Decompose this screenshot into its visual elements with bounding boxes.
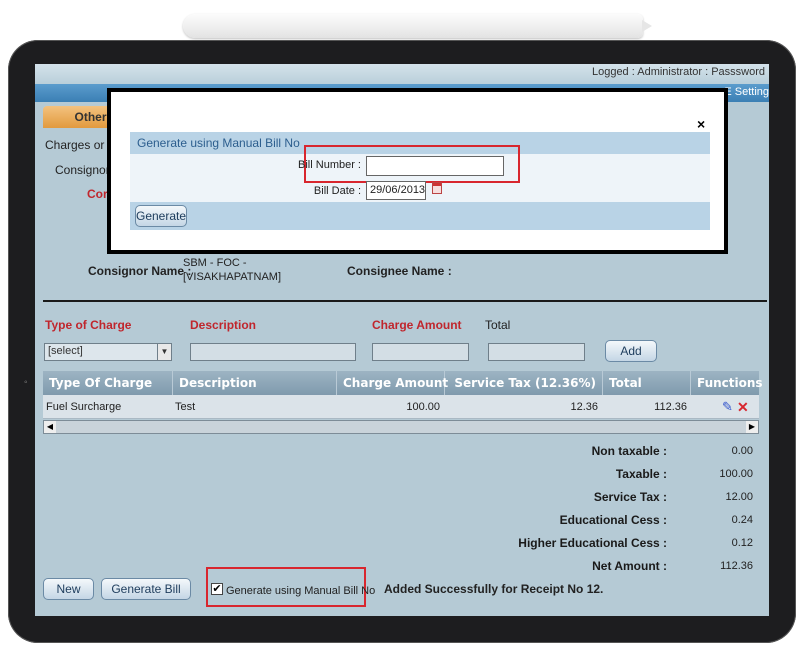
row-total: 112.36 — [654, 401, 687, 413]
row-description: Test — [175, 401, 196, 413]
description-label: Description — [190, 318, 257, 332]
settings-tab[interactable]: E Setting — [724, 86, 769, 98]
select-value: [select] — [48, 345, 83, 357]
red-section-label: Cor — [87, 187, 108, 201]
bill-date-label: Bill Date : — [313, 185, 361, 197]
consignor-name-label: Consignor Name : — [88, 264, 192, 278]
column-service-tax[interactable]: Service Tax (12.36%) — [445, 371, 603, 395]
manual-bill-checkbox[interactable]: ✔ — [211, 583, 223, 595]
total-input[interactable] — [488, 343, 585, 361]
educational-cess-value: 0.24 — [731, 514, 753, 526]
column-functions: Functions — [697, 376, 763, 390]
charge-amount-input[interactable] — [372, 343, 469, 361]
top-bar: Logged : Administrator : Passsword — [35, 64, 769, 84]
consignee-name-label: Consignee Name : — [347, 264, 452, 278]
column-charge-amount[interactable]: Charge Amount — [337, 371, 448, 395]
type-of-charge-label: Type of Charge — [45, 318, 132, 332]
service-tax-value: 12.00 — [725, 491, 753, 503]
service-tax-label: Service Tax : — [593, 490, 667, 504]
row-amount: 100.00 — [406, 401, 440, 413]
tablet-sensor: ◦ — [24, 377, 28, 388]
consignor-name-value-2: [VISAKHAPATNAM] — [183, 271, 282, 283]
non-taxable-label: Non taxable : — [591, 444, 667, 458]
generate-bill-button[interactable]: Generate Bill — [101, 578, 191, 600]
scroll-left-icon[interactable]: ◀ — [44, 421, 56, 433]
charge-amount-label: Charge Amount — [372, 318, 462, 332]
manual-bill-checkbox-label[interactable]: Generate using Manual Bill No — [226, 585, 375, 597]
chevron-down-icon[interactable]: ▼ — [157, 344, 171, 360]
column-total[interactable]: Total — [603, 371, 691, 395]
type-of-charge-select[interactable]: [select] ▼ — [44, 343, 172, 361]
taxable-label: Taxable : — [615, 467, 667, 481]
horizontal-scrollbar[interactable]: ◀ ▶ — [43, 420, 759, 434]
taxable-value: 100.00 — [719, 468, 753, 480]
status-message: Added Successfully for Receipt No 12. — [384, 582, 604, 596]
bill-date-input[interactable]: 29/06/2013 — [366, 181, 426, 200]
stylus-pencil — [183, 14, 652, 38]
non-taxable-value: 0.00 — [731, 445, 753, 457]
net-amount-value: 112.36 — [720, 560, 753, 572]
modal-footer — [130, 202, 710, 230]
bill-number-label: Bill Number : — [298, 159, 361, 171]
net-amount-label: Net Amount : — [592, 559, 667, 573]
new-button[interactable]: New — [43, 578, 94, 600]
educational-cess-label: Educational Cess : — [559, 513, 667, 527]
higher-educational-cess-label: Higher Educational Cess : — [518, 536, 667, 550]
logged-user-text: Logged : Administrator : Passsword — [591, 66, 765, 78]
manual-bill-modal: × Generate using Manual Bill No Bill Num… — [107, 88, 728, 254]
row-tax: 12.36 — [570, 401, 598, 413]
charges-label: Charges or — [45, 138, 105, 152]
consignor-name-value-1: SBM - FOC - — [183, 257, 247, 269]
close-icon[interactable]: × — [697, 116, 705, 132]
section-divider — [43, 300, 767, 302]
description-input[interactable] — [190, 343, 356, 361]
edit-icon[interactable]: ✎ — [722, 395, 733, 419]
add-button[interactable]: Add — [605, 340, 657, 362]
consignor-label: Consignor — [55, 163, 110, 177]
stylus-tip — [642, 20, 652, 32]
calendar-icon[interactable] — [432, 182, 442, 194]
generate-button[interactable]: Generate — [135, 205, 187, 227]
scroll-right-icon[interactable]: ▶ — [746, 421, 758, 433]
row-type: Fuel Surcharge — [46, 401, 122, 413]
grid-header: Type Of Charge Description Charge Amount… — [43, 371, 763, 395]
table-row[interactable]: Fuel Surcharge Test 100.00 12.36 112.36 … — [43, 395, 759, 419]
higher-educational-cess-value: 0.12 — [731, 537, 753, 549]
delete-icon[interactable]: ✕ — [737, 395, 749, 419]
bill-number-input[interactable] — [366, 156, 504, 176]
column-description[interactable]: Description — [173, 371, 337, 395]
total-label: Total — [485, 318, 511, 332]
column-type-of-charge[interactable]: Type Of Charge — [43, 371, 173, 395]
